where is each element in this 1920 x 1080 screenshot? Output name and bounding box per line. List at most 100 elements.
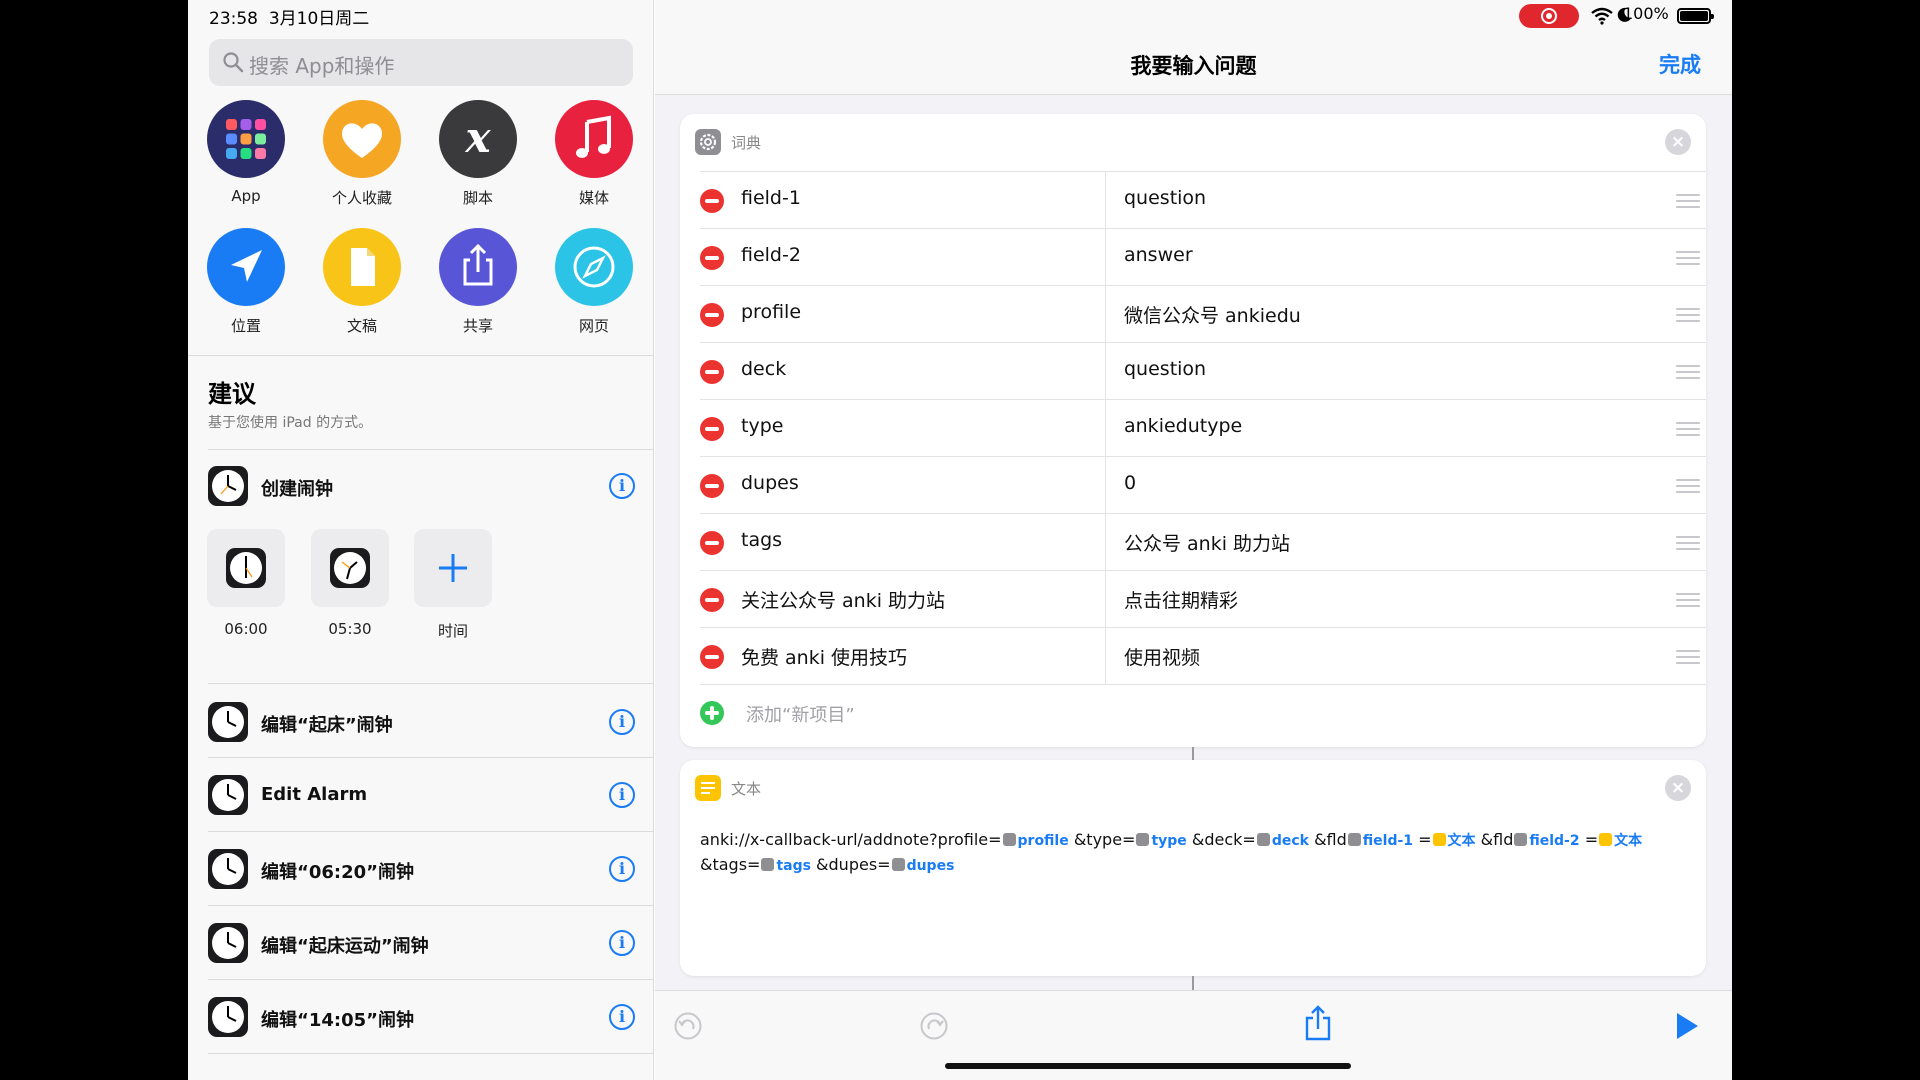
dictionary-key[interactable]: profile bbox=[741, 301, 801, 323]
delete-row-button[interactable] bbox=[700, 189, 724, 213]
wifi-icon bbox=[1591, 7, 1613, 25]
location-arrow-icon bbox=[207, 228, 285, 306]
variable-token-tags[interactable]: tags bbox=[776, 858, 811, 874]
dictionary-key[interactable]: 关注公众号 anki 助力站 bbox=[741, 586, 945, 613]
category-favorites[interactable]: 个人收藏 bbox=[312, 100, 412, 208]
category-location[interactable]: 位置 bbox=[196, 228, 296, 336]
gear-icon bbox=[695, 129, 721, 155]
alarm-tile-0600[interactable] bbox=[207, 529, 285, 607]
suggestion-label: 编辑“起床”闹钟 bbox=[261, 715, 393, 736]
divider bbox=[208, 1053, 654, 1054]
variable-token-deck[interactable]: deck bbox=[1272, 833, 1309, 849]
variable-icon bbox=[1514, 833, 1528, 846]
dictionary-row: type ankiedutype bbox=[700, 399, 1706, 456]
play-icon[interactable] bbox=[1674, 1011, 1700, 1041]
ipad-screen: 23:58 3月10日周二 搜索 App和操作 App 个人收藏 x 脚本 媒体… bbox=[188, 0, 1732, 1080]
search-input[interactable]: 搜索 App和操作 bbox=[209, 39, 633, 86]
alarm-tile-0530[interactable] bbox=[311, 529, 389, 607]
delete-row-button[interactable] bbox=[700, 588, 724, 612]
info-icon[interactable]: i bbox=[609, 1004, 635, 1030]
share-icon[interactable] bbox=[1303, 1005, 1333, 1041]
delete-row-button[interactable] bbox=[700, 531, 724, 555]
dictionary-key[interactable]: tags bbox=[741, 529, 782, 551]
category-media[interactable]: 媒体 bbox=[544, 100, 644, 208]
drag-handle-icon[interactable] bbox=[1676, 194, 1700, 208]
dictionary-value[interactable]: question bbox=[1124, 187, 1206, 209]
dictionary-value[interactable]: question bbox=[1124, 358, 1206, 380]
category-documents[interactable]: 文稿 bbox=[312, 228, 412, 336]
text-segment: &fld bbox=[1480, 830, 1514, 849]
drag-handle-icon[interactable] bbox=[1676, 422, 1700, 436]
delete-row-button[interactable] bbox=[700, 360, 724, 384]
dictionary-key[interactable]: field-1 bbox=[741, 187, 801, 209]
drag-handle-icon[interactable] bbox=[1676, 593, 1700, 607]
alarm-tile-label: 05:30 bbox=[328, 620, 372, 638]
info-icon[interactable]: i bbox=[609, 856, 635, 882]
dictionary-key[interactable]: 免费 anki 使用技巧 bbox=[741, 643, 907, 670]
dictionary-row: 关注公众号 anki 助力站 点击往期精彩 bbox=[700, 570, 1706, 627]
dictionary-key[interactable]: deck bbox=[741, 358, 786, 380]
divider bbox=[208, 449, 654, 450]
info-icon[interactable]: i bbox=[609, 473, 635, 499]
delete-row-button[interactable] bbox=[700, 474, 724, 498]
dictionary-row: 免费 anki 使用技巧 使用视频 bbox=[700, 627, 1706, 684]
dictionary-value[interactable]: 0 bbox=[1124, 472, 1136, 494]
text-content-field[interactable]: anki://x-callback-url/addnote?profile= pr… bbox=[700, 828, 1690, 878]
dictionary-value[interactable]: ankiedutype bbox=[1124, 415, 1242, 437]
delete-row-button[interactable] bbox=[700, 417, 724, 441]
variable-token-field-1[interactable]: field-1 bbox=[1363, 833, 1413, 849]
text-action-title: 文本 bbox=[731, 780, 762, 798]
clock-icon bbox=[330, 548, 370, 588]
variable-token-text[interactable]: 文本 bbox=[1614, 833, 1642, 849]
column-separator bbox=[1105, 514, 1106, 570]
dictionary-key[interactable]: type bbox=[741, 415, 783, 437]
drag-handle-icon[interactable] bbox=[1676, 650, 1700, 664]
category-scripting[interactable]: x 脚本 bbox=[428, 100, 528, 208]
done-button[interactable]: 完成 bbox=[1659, 49, 1701, 79]
app-grid-icon bbox=[207, 100, 285, 178]
dictionary-value[interactable]: 公众号 anki 助力站 bbox=[1124, 529, 1290, 556]
variable-token-profile[interactable]: profile bbox=[1018, 833, 1069, 849]
info-icon[interactable]: i bbox=[609, 930, 635, 956]
add-item-row[interactable]: 添加“新项目” bbox=[700, 684, 1706, 741]
remove-action-button[interactable]: × bbox=[1665, 775, 1691, 801]
drag-handle-icon[interactable] bbox=[1676, 251, 1700, 265]
dictionary-value[interactable]: 微信公众号 ankiedu bbox=[1124, 301, 1301, 328]
info-icon[interactable]: i bbox=[609, 782, 635, 808]
clock-icon bbox=[208, 923, 248, 963]
record-icon bbox=[1541, 8, 1557, 24]
category-sharing[interactable]: 共享 bbox=[428, 228, 528, 336]
navigation-bar: 100% 我要输入问题 完成 bbox=[655, 0, 1732, 95]
variable-token-type[interactable]: type bbox=[1151, 833, 1186, 849]
variable-token-dupes[interactable]: dupes bbox=[907, 858, 955, 874]
add-time-tile[interactable] bbox=[414, 529, 492, 607]
share-icon bbox=[439, 228, 517, 306]
delete-row-button[interactable] bbox=[700, 246, 724, 270]
delete-row-button[interactable] bbox=[700, 303, 724, 327]
dictionary-key[interactable]: field-2 bbox=[741, 244, 801, 266]
clock-icon bbox=[208, 702, 248, 742]
search-placeholder: 搜索 App和操作 bbox=[249, 54, 395, 78]
drag-handle-icon[interactable] bbox=[1676, 308, 1700, 322]
heart-icon bbox=[323, 100, 401, 178]
drag-handle-icon[interactable] bbox=[1676, 479, 1700, 493]
dictionary-key[interactable]: dupes bbox=[741, 472, 799, 494]
remove-action-button[interactable]: × bbox=[1665, 129, 1691, 155]
undo-icon[interactable] bbox=[673, 1011, 703, 1041]
category-app[interactable]: App bbox=[196, 100, 296, 205]
variable-token-text[interactable]: 文本 bbox=[1448, 833, 1476, 849]
add-item-label: 添加“新项目” bbox=[746, 705, 855, 726]
screen-recording-indicator bbox=[1519, 4, 1579, 28]
drag-handle-icon[interactable] bbox=[1676, 536, 1700, 550]
redo-icon[interactable] bbox=[919, 1011, 949, 1041]
dictionary-value[interactable]: answer bbox=[1124, 244, 1193, 266]
drag-handle-icon[interactable] bbox=[1676, 365, 1700, 379]
info-icon[interactable]: i bbox=[609, 709, 635, 735]
divider bbox=[208, 905, 654, 906]
delete-row-button[interactable] bbox=[700, 645, 724, 669]
category-web[interactable]: 网页 bbox=[544, 228, 644, 336]
category-label: 媒体 bbox=[578, 189, 609, 207]
variable-token-field-2[interactable]: field-2 bbox=[1529, 833, 1579, 849]
dictionary-value[interactable]: 使用视频 bbox=[1124, 643, 1200, 670]
dictionary-value[interactable]: 点击往期精彩 bbox=[1124, 586, 1238, 613]
